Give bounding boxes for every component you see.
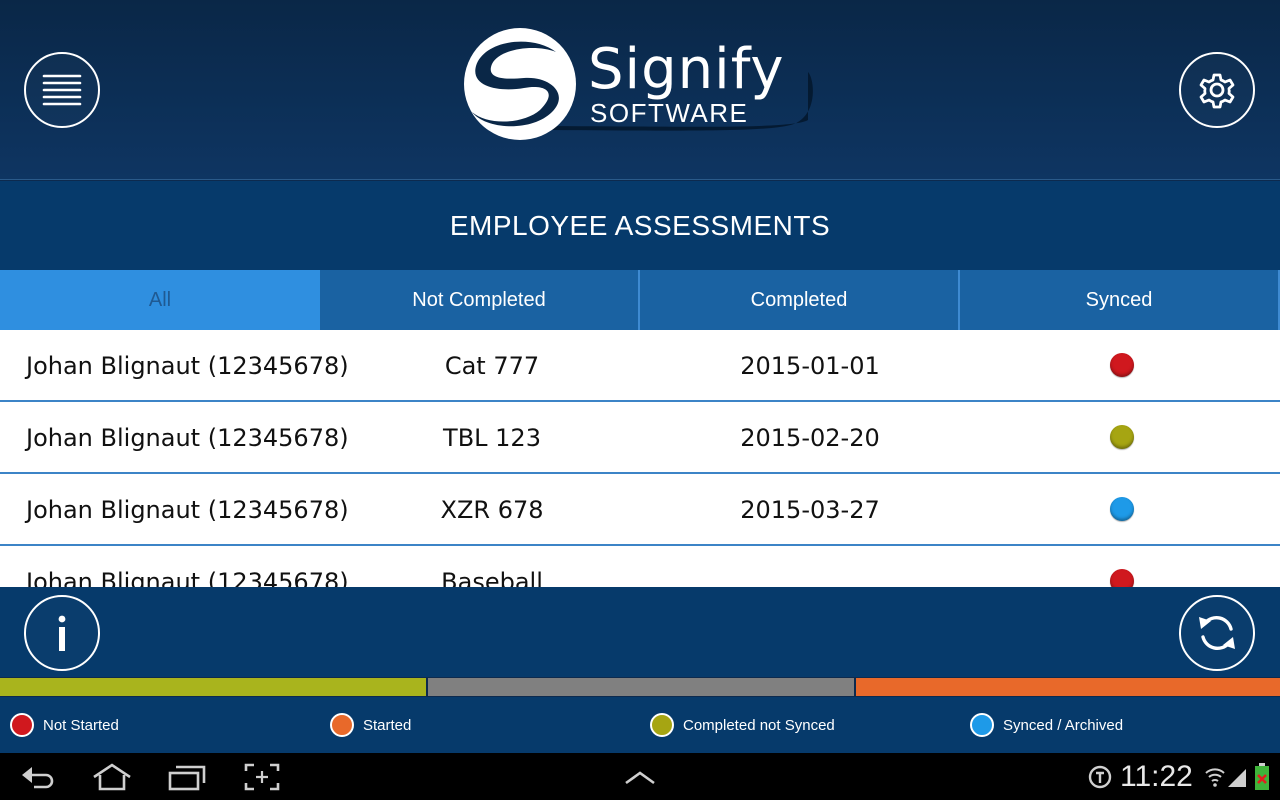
- menu-button[interactable]: [24, 52, 100, 128]
- status-legend: Not Started Started Completed not Synced…: [0, 697, 1280, 753]
- assessment-date: 2015-03-27: [740, 496, 880, 524]
- tab-completed[interactable]: Completed: [640, 270, 960, 330]
- legend-item-completed-not-synced: Completed not Synced: [650, 711, 835, 739]
- employee-name: Johan Blignaut (12345678): [26, 496, 349, 524]
- footer-bar: [0, 587, 1280, 677]
- home-icon[interactable]: [90, 763, 134, 791]
- info-button[interactable]: [24, 595, 100, 671]
- list-item[interactable]: Johan Blignaut (12345678) Baseball: [0, 546, 1280, 587]
- status-dot: [1110, 569, 1134, 587]
- status-progress-bar: [0, 677, 1280, 697]
- recents-icon[interactable]: [168, 763, 208, 791]
- logo-wordmark: Signify: [588, 37, 785, 102]
- status-dot: [1110, 425, 1134, 449]
- employee-name: Johan Blignaut (12345678): [26, 424, 349, 452]
- assessment-date: 2015-01-01: [740, 352, 880, 380]
- legend-dot: [10, 713, 34, 737]
- status-dot: [1110, 353, 1134, 377]
- sync-icon: [1199, 616, 1235, 650]
- legend-label: Completed not Synced: [683, 716, 835, 734]
- settings-button[interactable]: [1179, 52, 1255, 128]
- tab-not-completed[interactable]: Not Completed: [320, 270, 640, 330]
- sync-button[interactable]: [1179, 595, 1255, 671]
- legend-item-not-started: Not Started: [10, 711, 119, 739]
- status-clock: 11:22: [1120, 760, 1193, 793]
- progress-segment-completed-not-synced: [0, 678, 427, 696]
- assessment-date: 2015-02-20: [740, 424, 880, 452]
- equipment-name: Cat 777: [444, 352, 540, 380]
- equipment-name: TBL 123: [443, 424, 541, 452]
- chevron-up-icon[interactable]: [622, 767, 658, 787]
- accessibility-icon: [1088, 765, 1112, 789]
- tab-label: Completed: [750, 288, 848, 311]
- legend-label: Not Started: [43, 716, 119, 734]
- status-dot: [1110, 497, 1134, 521]
- legend-label: Started: [363, 716, 412, 734]
- app-screen: Signify SOFTWARE EMPLOYEE ASSESSMENTS Al…: [0, 0, 1280, 800]
- list-item[interactable]: Johan Blignaut (12345678) XZR 678 2015-0…: [0, 474, 1280, 546]
- signal-icon: [1228, 769, 1246, 787]
- tab-label: All: [148, 288, 172, 311]
- signify-logo: Signify SOFTWARE: [462, 26, 818, 146]
- equipment-name: XZR 678: [440, 496, 544, 524]
- battery-icon: [1255, 763, 1269, 790]
- back-icon[interactable]: [20, 763, 56, 791]
- equipment-name: Baseball: [441, 568, 543, 587]
- progress-segment-started: [853, 678, 1280, 696]
- legend-label: Synced / Archived: [1003, 716, 1124, 734]
- employee-name: Johan Blignaut (12345678): [26, 352, 349, 380]
- tab-label: Synced: [1085, 288, 1153, 311]
- tab-all[interactable]: All: [0, 270, 320, 330]
- legend-dot: [650, 713, 674, 737]
- list-item[interactable]: Johan Blignaut (12345678) Cat 777 2015-0…: [0, 330, 1280, 402]
- legend-dot: [330, 713, 354, 737]
- gear-icon: [1199, 73, 1235, 109]
- progress-segment-not-started: [426, 678, 854, 696]
- list-item[interactable]: Johan Blignaut (12345678) TBL 123 2015-0…: [0, 402, 1280, 474]
- legend-item-started: Started: [330, 711, 411, 739]
- filter-tabs: All Not Completed Completed Synced: [0, 270, 1280, 330]
- logo-subtitle: SOFTWARE: [590, 98, 749, 128]
- info-icon: [58, 615, 66, 651]
- tab-label: Not Completed: [412, 288, 546, 311]
- legend-item-synced-archived: Synced / Archived: [970, 711, 1123, 739]
- screenshot-icon[interactable]: [244, 763, 280, 791]
- tab-synced[interactable]: Synced: [960, 270, 1280, 330]
- assessment-list[interactable]: Johan Blignaut (12345678) Cat 777 2015-0…: [0, 330, 1280, 587]
- employee-name: Johan Blignaut (12345678): [26, 568, 349, 587]
- app-header: Signify SOFTWARE: [0, 0, 1280, 180]
- page-title: EMPLOYEE ASSESSMENTS: [449, 209, 831, 241]
- title-bar: EMPLOYEE ASSESSMENTS: [0, 181, 1280, 270]
- system-nav-bar: 11:22: [0, 753, 1280, 800]
- menu-icon: [42, 74, 82, 106]
- wifi-icon: [1205, 768, 1225, 787]
- legend-dot: [970, 713, 994, 737]
